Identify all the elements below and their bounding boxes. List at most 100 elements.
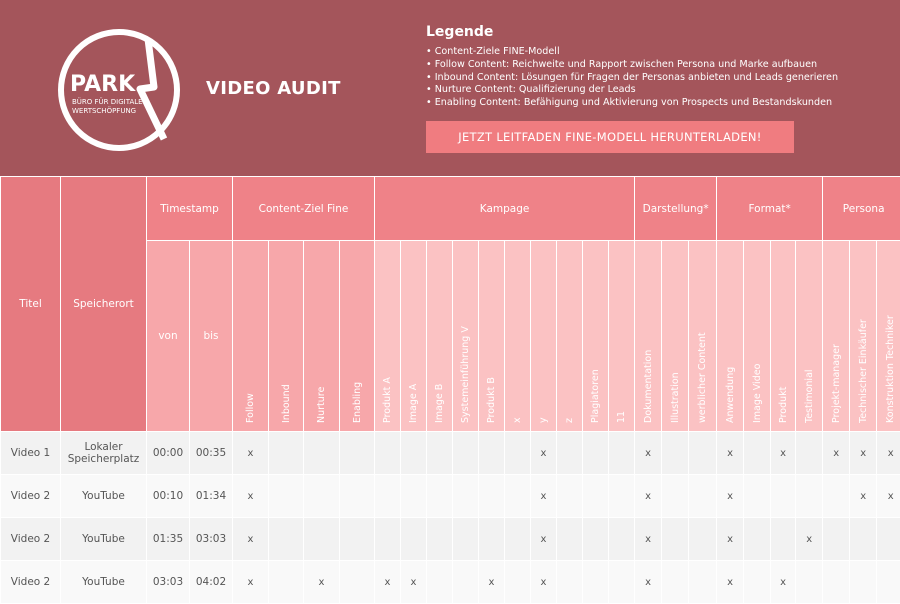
cell-ort: Lokaler Speicherplatz	[61, 432, 147, 475]
cell-mark: x	[635, 475, 662, 518]
cell-mark: x	[771, 432, 796, 475]
header-banner: PARK BÜRO FÜR DIGITALE WERTSCHÖPFUNG VID…	[0, 0, 900, 176]
video-audit-table: Titel Speicherort Timestamp Content-Ziel…	[0, 176, 900, 604]
cell-mark	[505, 518, 531, 561]
cell-mark: x	[635, 518, 662, 561]
column-header-rotated: Anwendung	[717, 241, 744, 432]
column-header-label: Testimonial	[804, 241, 815, 427]
column-header-label: Nurture	[316, 241, 327, 427]
column-header-label: Dokumentation	[643, 241, 654, 427]
cell-mark: x	[850, 475, 877, 518]
column-header-rotated: Projekt-manager	[823, 241, 850, 432]
legend-list: Content-Ziele FINE-Modell Follow Content…	[426, 46, 838, 110]
cell-von: 01:35	[147, 518, 190, 561]
cell-mark	[453, 475, 479, 518]
cell-mark	[479, 518, 505, 561]
column-header-label: 11	[616, 241, 627, 427]
table-row[interactable]: Video 1Lokaler Speicherplatz00:0000:35xx…	[1, 432, 900, 475]
cell-mark	[796, 561, 823, 604]
cell-von: 00:10	[147, 475, 190, 518]
cell-mark	[340, 561, 375, 604]
cell-mark: x	[717, 475, 744, 518]
cell-mark	[662, 561, 689, 604]
cell-mark	[823, 561, 850, 604]
legend-item: Nurture Content: Qualifizierung der Lead…	[426, 84, 838, 97]
cell-mark	[689, 518, 717, 561]
cell-mark: x	[717, 432, 744, 475]
cell-mark	[583, 561, 609, 604]
cell-mark	[375, 518, 401, 561]
cell-mark	[557, 518, 583, 561]
column-header-rotated: Enabling	[340, 241, 375, 432]
park-logo: PARK BÜRO FÜR DIGITALE WERTSCHÖPFUNG	[56, 27, 182, 153]
cell-titel: Video 2	[1, 518, 61, 561]
cell-mark	[340, 475, 375, 518]
column-header-label: Produkt B	[486, 241, 497, 427]
legend-item: Enabling Content: Befähigung und Aktivie…	[426, 97, 838, 110]
cell-mark: x	[233, 518, 269, 561]
column-header-rotated: Image A	[401, 241, 427, 432]
cell-bis: 00:35	[190, 432, 233, 475]
cell-mark	[583, 432, 609, 475]
svg-text:WERTSCHÖPFUNG: WERTSCHÖPFUNG	[72, 106, 136, 115]
cell-mark: x	[717, 518, 744, 561]
column-header-rotated: Inbound	[269, 241, 304, 432]
cell-mark: x	[531, 475, 557, 518]
cell-mark	[850, 518, 877, 561]
cell-mark	[689, 475, 717, 518]
column-header-label: Projekt-manager	[831, 241, 842, 427]
group-header-persona: Persona	[823, 177, 900, 241]
cell-von: 00:00	[147, 432, 190, 475]
column-header-rotated: Produkt B	[479, 241, 505, 432]
cell-mark	[401, 475, 427, 518]
cell-mark	[744, 475, 771, 518]
column-header-label: Image A	[408, 241, 419, 427]
download-guide-button[interactable]: JETZT LEITFADEN FINE-MODELL HERUNTERLADE…	[426, 121, 794, 153]
column-header-rotated: y	[531, 241, 557, 432]
svg-text:PARK: PARK	[70, 72, 136, 97]
cell-mark: x	[233, 475, 269, 518]
cell-mark	[877, 518, 900, 561]
column-header-speicherort: Speicherort	[61, 177, 147, 432]
cell-mark	[427, 432, 453, 475]
legend-item: Inbound Content: Lösungen für Fragen der…	[426, 72, 838, 85]
cell-mark	[877, 561, 900, 604]
cell-mark	[662, 518, 689, 561]
cell-mark: x	[531, 432, 557, 475]
column-header-rotated: Plagiatoren	[583, 241, 609, 432]
column-header-label: werblicher Content	[697, 241, 708, 427]
cell-mark	[557, 561, 583, 604]
group-header-content-ziel: Content-Ziel Fine	[233, 177, 375, 241]
column-header-bis: bis	[190, 241, 233, 432]
cell-bis: 01:34	[190, 475, 233, 518]
cell-mark	[427, 518, 453, 561]
column-header-rotated: x	[505, 241, 531, 432]
cell-titel: Video 1	[1, 432, 61, 475]
page-title: VIDEO AUDIT	[206, 78, 341, 99]
cell-titel: Video 2	[1, 475, 61, 518]
cell-mark	[401, 432, 427, 475]
cell-mark	[662, 475, 689, 518]
cell-mark	[269, 518, 304, 561]
cell-mark	[796, 475, 823, 518]
column-header-rotated: Konstruktion Techniker	[877, 241, 900, 432]
column-header-label: Systemeinführung V	[460, 241, 471, 427]
column-header-rotated: Illustration	[662, 241, 689, 432]
table-row[interactable]: Video 2YouTube03:0304:02xxxxxxxxx	[1, 561, 900, 604]
column-header-rotated: werblicher Content	[689, 241, 717, 432]
cell-mark	[583, 518, 609, 561]
group-header-format: Format*	[717, 177, 823, 241]
cell-mark	[796, 432, 823, 475]
cell-mark: x	[401, 561, 427, 604]
column-header-rotated: Image Video	[744, 241, 771, 432]
column-header-rotated: Produkt A	[375, 241, 401, 432]
cell-mark	[850, 561, 877, 604]
cell-mark	[771, 475, 796, 518]
cell-mark: x	[877, 432, 900, 475]
cell-mark: x	[233, 432, 269, 475]
table-row[interactable]: Video 2YouTube01:3503:03xxxxx	[1, 518, 900, 561]
column-header-label: Enabling	[352, 241, 363, 427]
column-header-von: von	[147, 241, 190, 432]
table-row[interactable]: Video 2YouTube00:1001:34xxxxxx	[1, 475, 900, 518]
column-header-rotated: Systemeinführung V	[453, 241, 479, 432]
